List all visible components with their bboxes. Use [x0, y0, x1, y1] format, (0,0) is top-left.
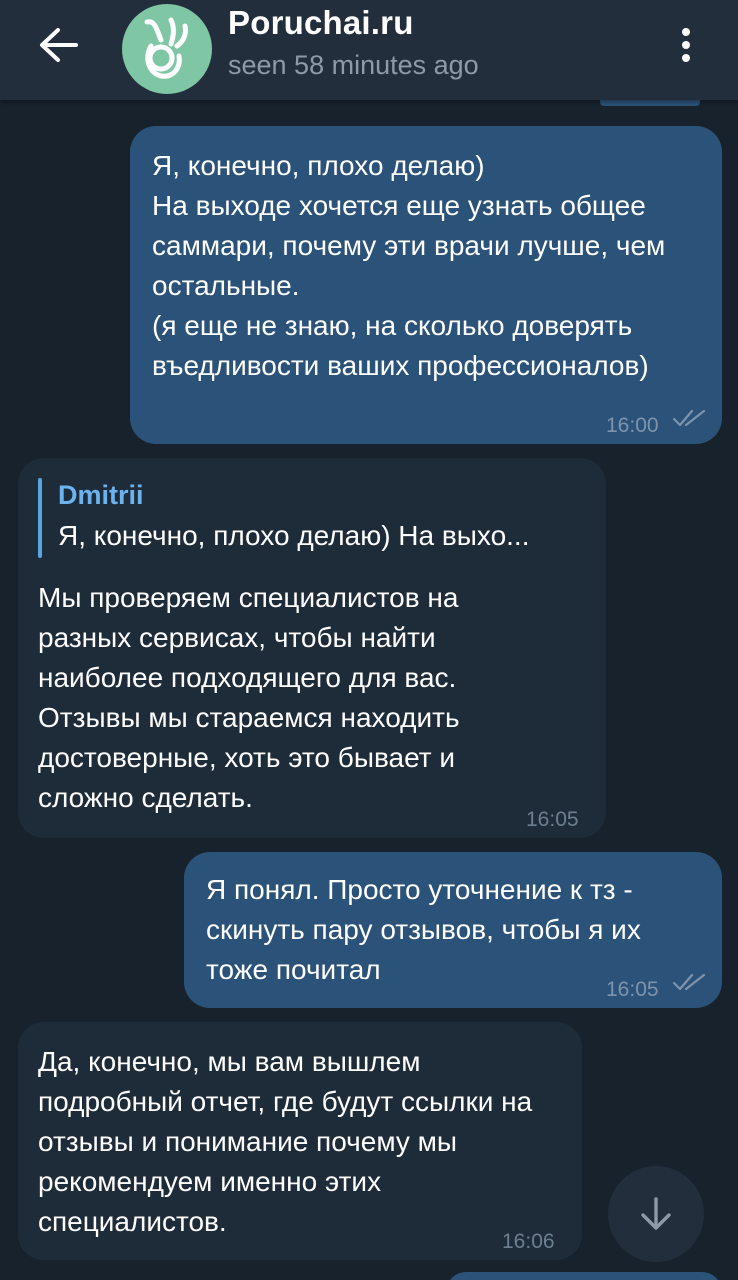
back-arrow-icon [40, 28, 78, 62]
last-seen-status: seen 58 minutes ago [228, 50, 479, 80]
message-bubble-incoming[interactable]: Да, конечно, мы вам вышлем подробный отч… [18, 1022, 582, 1260]
message-bubble-incoming[interactable]: Dmitrii Я, конечно, плохо делаю) На выхо… [18, 458, 606, 838]
message-text: Я, конечно, плохо делаю) На выходе хочет… [152, 150, 666, 381]
avatar[interactable] [122, 4, 212, 94]
arrow-down-icon [641, 1197, 671, 1230]
chat-title[interactable]: Poruchai.ru [228, 4, 414, 42]
read-checkmarks-icon [672, 409, 706, 427]
message-time: 16:05 [606, 978, 659, 1001]
read-checkmarks-icon [672, 973, 706, 991]
more-menu-button[interactable] [664, 20, 708, 70]
scroll-to-bottom-button[interactable] [608, 1166, 704, 1262]
reply-quote[interactable]: Dmitrii Я, конечно, плохо делаю) На выхо… [38, 476, 586, 558]
more-vertical-icon [682, 28, 690, 62]
message-time: 16:00 [606, 414, 659, 437]
chat-header: Poruchai.ru seen 58 minutes ago [0, 0, 738, 100]
message-time: 16:06 [502, 1230, 555, 1253]
reply-text: Я, конечно, плохо делаю) На выхо... [58, 520, 530, 551]
back-button[interactable] [30, 22, 86, 68]
reply-author: Dmitrii [58, 480, 144, 510]
ok-hand-icon [144, 17, 188, 79]
chat-screen: Poruchai.ru seen 58 minutes ago Я, конеч… [0, 0, 738, 1280]
message-time: 16:05 [526, 808, 579, 831]
message-text: Мы проверяем специалистов на разных серв… [38, 582, 460, 813]
message-bubble-outgoing[interactable]: Я понял. Просто уточнение к тз - скинуть… [184, 852, 722, 1008]
reply-accent-bar [38, 478, 42, 558]
message-text: Да, конечно, мы вам вышлем подробный отч… [38, 1046, 533, 1237]
message-bubble-outgoing[interactable]: Я, конечно, плохо делаю) На выходе хочет… [130, 126, 722, 444]
previous-message-edge [600, 100, 700, 106]
next-message-edge [446, 1272, 722, 1280]
